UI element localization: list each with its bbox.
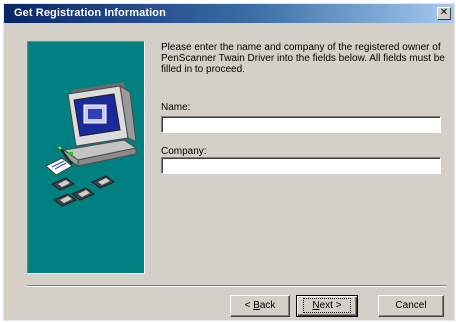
separator-line — [27, 285, 447, 287]
back-button[interactable]: < Back — [230, 295, 290, 317]
next-button-label: ext > — [319, 300, 342, 311]
computer-setup-icon — [45, 82, 138, 207]
dialog-title: Get Registration Information — [14, 7, 166, 19]
company-label: Company: — [161, 146, 207, 157]
close-icon: ✕ — [439, 7, 449, 18]
registration-dialog: Get Registration Information ✕ Please en… — [3, 3, 455, 321]
back-button-accel: B — [253, 300, 260, 311]
setup-illustration-panel — [27, 41, 145, 274]
next-button-focus: Next > — [303, 298, 351, 313]
back-button-label: ack — [259, 300, 276, 311]
name-input[interactable] — [161, 116, 441, 133]
back-button-prefix: < — [244, 300, 254, 311]
instructions-text: Please enter the name and company of the… — [161, 42, 445, 75]
company-input[interactable] — [161, 157, 441, 174]
cancel-button[interactable]: Cancel — [378, 295, 444, 317]
next-button-accel: N — [312, 300, 320, 311]
next-button[interactable]: Next > — [296, 295, 358, 317]
close-button[interactable]: ✕ — [437, 7, 451, 20]
title-bar[interactable]: Get Registration Information ✕ — [4, 4, 454, 23]
name-label: Name: — [161, 102, 191, 113]
